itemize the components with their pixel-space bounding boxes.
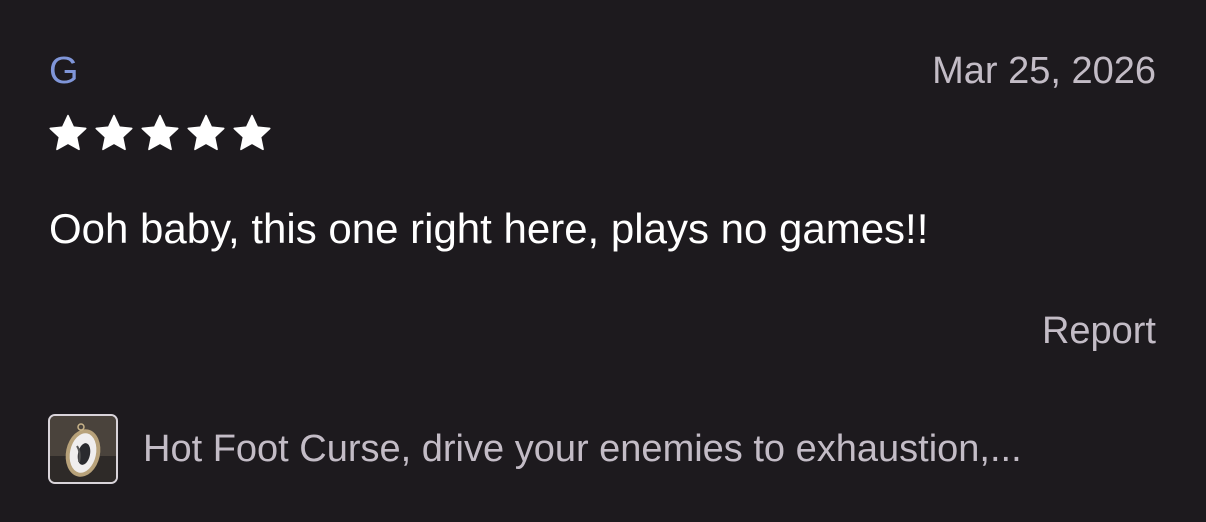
star-icon (141, 114, 179, 151)
review-date: Mar 25, 2026 (932, 50, 1156, 92)
product-title[interactable]: Hot Foot Curse, drive your enemies to ex… (143, 426, 1022, 472)
product-thumbnail-icon[interactable] (48, 414, 118, 484)
star-icon (233, 114, 271, 151)
review-text: Ooh baby, this one right here, plays no … (49, 205, 929, 252)
report-button[interactable]: Report (1042, 308, 1156, 354)
reviewer-name[interactable]: G (49, 48, 79, 94)
star-icon (95, 114, 133, 151)
star-rating (48, 113, 272, 153)
product-link[interactable]: Hot Foot Curse, drive your enemies to ex… (48, 414, 1022, 484)
star-icon (49, 114, 87, 151)
review-card: G Mar 25, 2026 Ooh baby, this one right … (0, 0, 1206, 522)
star-icon (187, 114, 225, 151)
